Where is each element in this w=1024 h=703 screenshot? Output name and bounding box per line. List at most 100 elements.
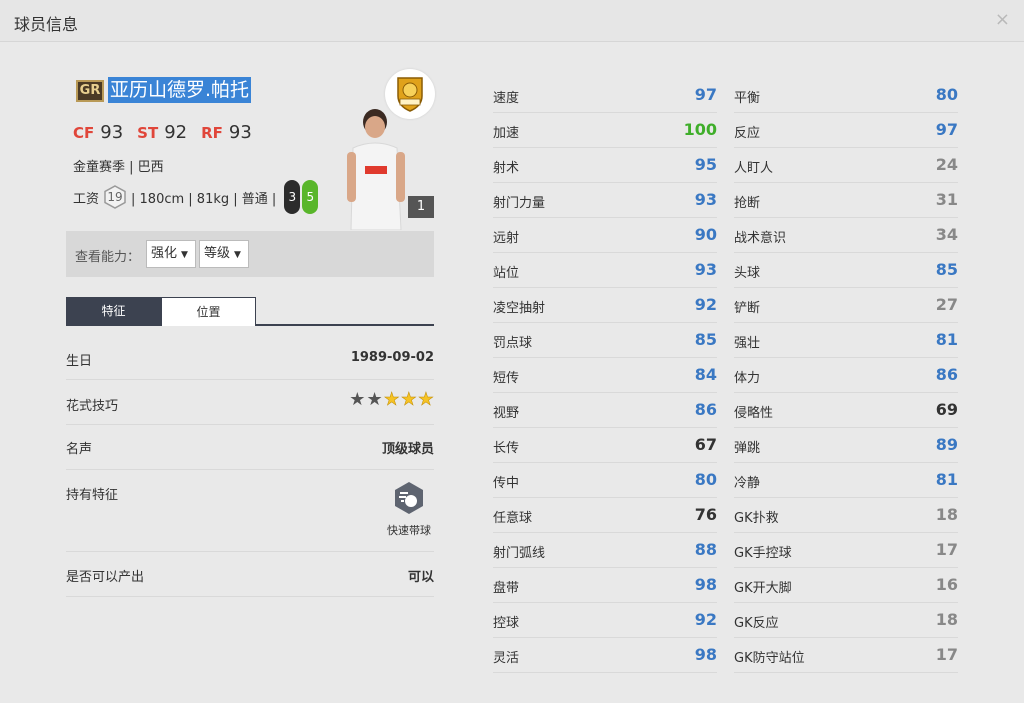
stat-row: 控球 92: [493, 603, 717, 638]
stat-value: 18: [935, 610, 958, 629]
stat-row: 长传 67: [493, 428, 717, 463]
tab-traits[interactable]: 特征: [66, 297, 161, 326]
traits-row: 持有特征: [66, 470, 434, 552]
stat-row: 任意球 76: [493, 498, 717, 533]
stat-label: 任意球: [493, 511, 533, 526]
stat-row: GK手控球 17: [734, 533, 958, 568]
stat-label: 强壮: [734, 336, 761, 351]
stat-row: GK开大脚 16: [734, 568, 958, 603]
position-rating: RF 93: [201, 122, 252, 143]
stat-row: 体力 86: [734, 358, 958, 393]
stat-label: 罚点球: [493, 336, 533, 351]
grade-badge: GR: [76, 80, 104, 102]
stat-value: 16: [935, 575, 958, 594]
chevron-down-icon: ▼: [234, 250, 241, 260]
position-rating: CF 93: [73, 122, 123, 143]
position-rating: ST 92: [137, 122, 187, 143]
stat-value: 86: [935, 365, 958, 384]
stat-label: GK手控球: [734, 546, 792, 561]
stat-row: 站位 93: [493, 253, 717, 288]
stat-value: 97: [935, 120, 958, 139]
stat-row: GK反应 18: [734, 603, 958, 638]
star-icon: ★: [417, 389, 435, 410]
player-photo: [345, 108, 407, 231]
stat-row: 抢断 31: [734, 183, 958, 218]
stat-label: 短传: [493, 371, 520, 386]
stat-row: 头球 85: [734, 253, 958, 288]
stat-value: 86: [694, 400, 717, 419]
stat-row: 罚点球 85: [493, 323, 717, 358]
stat-label: 长传: [493, 441, 520, 456]
stat-label: 传中: [493, 476, 520, 491]
stat-row: 射术 95: [493, 148, 717, 183]
skill-stars: ★ ★ ★ ★ ★: [320, 389, 435, 410]
stat-label: GK反应: [734, 616, 779, 631]
trait-speed-dribbler[interactable]: 快速带球: [383, 481, 435, 538]
salary-value: 19: [107, 190, 123, 204]
stat-value: 67: [694, 435, 717, 454]
stat-value: 93: [694, 260, 717, 279]
stat-row: GK扑救 18: [734, 498, 958, 533]
stat-label: 灵活: [493, 651, 520, 666]
stat-label: 视野: [493, 406, 520, 421]
position-value: 92: [164, 122, 188, 143]
tab-position[interactable]: 位置: [161, 297, 256, 326]
weak-foot-icon: 3: [284, 180, 301, 214]
stat-row: 短传 84: [493, 358, 717, 393]
stat-label: GK开大脚: [734, 581, 792, 596]
stat-value: 84: [694, 365, 717, 384]
stat-row: 弹跳 89: [734, 428, 958, 463]
view-ability-label: 查看能力：: [75, 250, 141, 265]
stat-label: 体力: [734, 371, 761, 386]
stat-value: 97: [694, 85, 717, 104]
stat-label: 射门力量: [493, 196, 546, 211]
stat-row: 远射 90: [493, 218, 717, 253]
stat-row: 铲断 27: [734, 288, 958, 323]
stat-row: 盘带 98: [493, 568, 717, 603]
season-nation-line: 金童赛季 | 巴西: [73, 160, 164, 175]
stat-label: GK扑救: [734, 511, 779, 526]
stat-row: 视野 86: [493, 393, 717, 428]
window-title: 球员信息: [14, 15, 79, 34]
stat-value: 88: [694, 540, 717, 559]
stat-label: 反应: [734, 126, 761, 141]
fame-row: 名声 顶级球员: [66, 425, 434, 470]
body-info: | 180cm | 81kg | 普通 |: [131, 191, 277, 207]
birthday-value: 1989-09-02: [350, 350, 434, 365]
stat-value: 69: [935, 400, 958, 419]
stat-value: 90: [694, 225, 717, 244]
close-icon[interactable]: ×: [995, 10, 1010, 30]
stat-value: 31: [935, 190, 958, 209]
stat-label: GK防守站位: [734, 651, 805, 666]
stat-value: 24: [935, 155, 958, 174]
stat-value: 17: [935, 645, 958, 664]
star-icon: ★: [349, 389, 366, 410]
stat-label: 头球: [734, 266, 761, 281]
stat-label: 抢断: [734, 196, 761, 211]
dribble-trait-icon: [395, 482, 423, 514]
stat-value: 89: [935, 435, 958, 454]
stat-value: 81: [935, 470, 958, 489]
stat-label: 弹跳: [734, 441, 761, 456]
produce-row: 是否可以产出 可以: [66, 552, 434, 597]
fame-label: 名声: [66, 442, 93, 457]
birthday-label: 生日: [66, 354, 93, 369]
stat-label: 远射: [493, 231, 520, 246]
stat-row: 战术意识 34: [734, 218, 958, 253]
view-ability-bar: 查看能力： 强化 ▼ 等级 ▼: [66, 231, 434, 277]
stat-label: 速度: [493, 91, 520, 106]
enhance-select[interactable]: 强化 ▼: [146, 240, 196, 268]
stat-value: 98: [694, 575, 717, 594]
window-titlebar: 球员信息 ×: [0, 0, 1024, 42]
stat-row: 传中 80: [493, 463, 717, 498]
info-tabs: 特征 位置: [66, 297, 434, 326]
strong-foot-icon: 5: [302, 180, 319, 214]
stat-row: 灵活 98: [493, 638, 717, 673]
stat-row: 人盯人 24: [734, 148, 958, 183]
stat-value: 27: [935, 295, 958, 314]
player-name: 亚历山德罗.帕托: [108, 77, 252, 103]
stat-row: 强壮 81: [734, 323, 958, 358]
position-code: CF: [73, 124, 95, 142]
position-value: 93: [228, 122, 252, 143]
level-select[interactable]: 等级 ▼: [199, 240, 249, 268]
